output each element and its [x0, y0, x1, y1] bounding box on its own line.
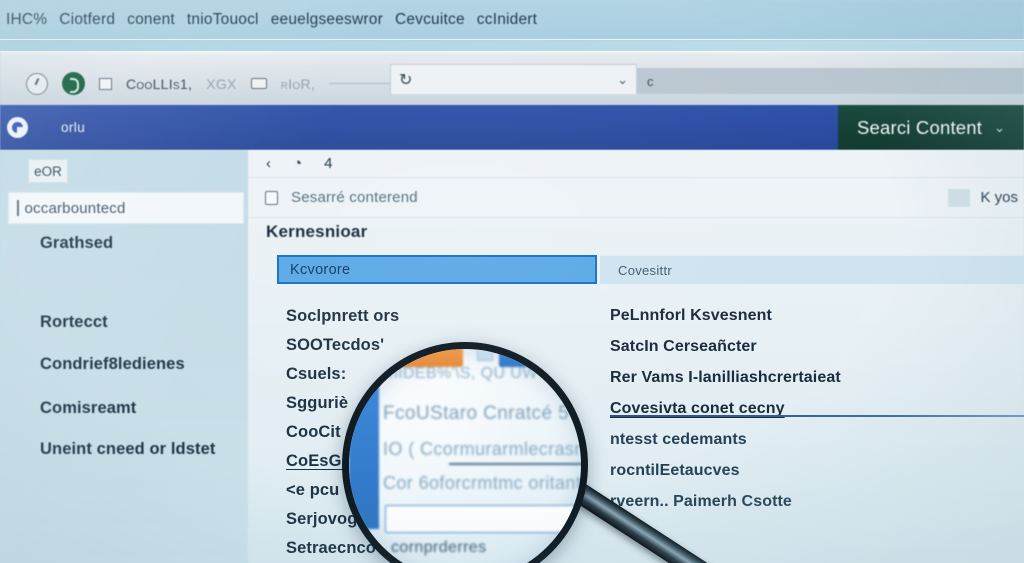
search-content-label: Searci Content: [856, 116, 983, 138]
right-results-list: PeLnnforl Ksvesnent SatcIn Cerseañcter R…: [610, 300, 1024, 517]
reload-icon[interactable]: [26, 72, 48, 95]
sidebar-nav-list: Grathsed Rortecct Condrief8ledienes Comi…: [0, 234, 248, 459]
list-item[interactable]: ntesst cedemants: [610, 424, 1024, 455]
list-item[interactable]: <e pcu: [286, 476, 586, 505]
url-reload-icon[interactable]: ↻: [399, 70, 412, 90]
back-arrow-icon[interactable]: [4, 75, 12, 93]
address-bar[interactable]: ↻ ⌄: [390, 64, 637, 94]
main-search-text: Sesarré conterend: [291, 189, 418, 206]
list-item[interactable]: Sgguriè: [286, 389, 586, 418]
extension-circle-icon[interactable]: [62, 72, 85, 95]
list-item[interactable]: rveern.. Paimerh Csotte: [610, 486, 1024, 517]
list-item[interactable]: Covesivta conet cecny: [610, 393, 1024, 424]
list-item[interactable]: PeLnnforl Ksvesnent: [610, 300, 1024, 331]
sidebar-item-uneint-cneed[interactable]: Uneint cneed or ldstet: [0, 440, 248, 459]
list-item[interactable]: rocntilEetaucves: [610, 455, 1024, 486]
page-title: Kernesnioar: [266, 222, 368, 241]
browser-tab-label: c: [647, 73, 654, 89]
list-item[interactable]: SatcIn Cerseañcter: [610, 331, 1024, 362]
sidebar-item-comisreamt[interactable]: Comisreamt: [0, 399, 248, 418]
sidebar-item-grathsed[interactable]: Grathsed: [0, 234, 248, 253]
sidebar-search-input[interactable]: occarbountecd: [8, 192, 244, 224]
app-logo-icon: [7, 117, 28, 138]
history-icon[interactable]: ◔: [293, 155, 302, 172]
title-segment-2: conent: [127, 11, 175, 28]
list-item[interactable]: CooCit: [286, 418, 586, 447]
title-segment-0: IHC%: [6, 11, 48, 28]
title-divider: [0, 39, 1024, 40]
list-item[interactable]: Soclpnrett ors: [286, 302, 586, 331]
tab-covesittr[interactable]: Covesittr: [600, 255, 1024, 284]
bookmark-label[interactable]: CooLLIs1,: [126, 76, 192, 92]
sidebar-search-value: occarbountecd: [24, 199, 126, 217]
list-item[interactable]: Csuels:: [286, 360, 586, 389]
keyword-input-value: Kcvorore: [290, 261, 351, 278]
keyword-input[interactable]: Kcvorore: [277, 255, 597, 284]
app-header-bar: orlu Searci Content ⌄: [0, 105, 1024, 150]
title-segment-3: tnioTouocl: [186, 11, 259, 28]
list-item[interactable]: Setraecnco: [286, 534, 586, 563]
sidebar-item-rortecct[interactable]: Rortecct: [0, 313, 248, 332]
screenshot-canvas: IHC% Ciotferd conent tnioTouocl eeuelgse…: [0, 0, 1024, 563]
text-caret: [17, 200, 19, 216]
title-segment-5: Cevcuitce: [394, 11, 465, 28]
search-page-icon: [265, 190, 278, 205]
list-item[interactable]: Serjovog: [286, 505, 586, 534]
bookmark2-label[interactable]: rIoR,: [281, 76, 315, 92]
sidebar: eOR occarbountecd Grathsed Rortecct Cond…: [0, 150, 248, 563]
sidebar-item-condriefledienes[interactable]: Condrief8ledienes: [0, 355, 248, 374]
sidebar-chip-label: eOR: [34, 163, 62, 179]
section-divider: [610, 415, 1024, 417]
url-tail-icon[interactable]: ⌄: [617, 72, 628, 88]
main-search-row[interactable]: Sesarré conterend K yos: [248, 178, 1024, 218]
list-item[interactable]: Rer Vams I-lanilliashcrertaieat: [610, 362, 1024, 393]
list-item[interactable]: SOOTecdos': [286, 331, 586, 360]
title-segment-1: Ciotferd: [59, 11, 116, 28]
back-chevron-icon[interactable]: ‹: [266, 155, 271, 172]
desktop-title-bar: IHC% Ciotferd conent tnioTouocl eeuelgse…: [0, 0, 1024, 40]
list-item[interactable]: CoEsGs: [286, 447, 586, 476]
bookmark-icon[interactable]: [99, 77, 112, 90]
window-icon[interactable]: [250, 78, 267, 89]
main-toolbar: ‹ ◔ 4: [248, 150, 1024, 178]
browser-tab[interactable]: c: [637, 68, 1024, 94]
chevron-down-icon[interactable]: ⌄: [994, 120, 1005, 136]
main-search-right-label: K yos: [980, 189, 1018, 206]
color-swatch[interactable]: [948, 188, 971, 207]
title-segment-4: eeuelgseeswror: [270, 11, 383, 28]
bookmark-label-secondary: XGX: [206, 75, 237, 92]
forward-count-icon[interactable]: 4: [324, 155, 332, 172]
title-segment-6: ccInidert: [476, 11, 538, 28]
sidebar-chip-button[interactable]: eOR: [28, 159, 68, 183]
middle-results-list: Soclpnrett ors SOOTecdos' Csuels: Sgguri…: [286, 302, 586, 563]
search-content-panel[interactable]: Searci Content ⌄: [838, 105, 1024, 150]
app-title: orlu: [61, 120, 86, 135]
tab-covesittr-label: Covesittr: [618, 262, 672, 278]
